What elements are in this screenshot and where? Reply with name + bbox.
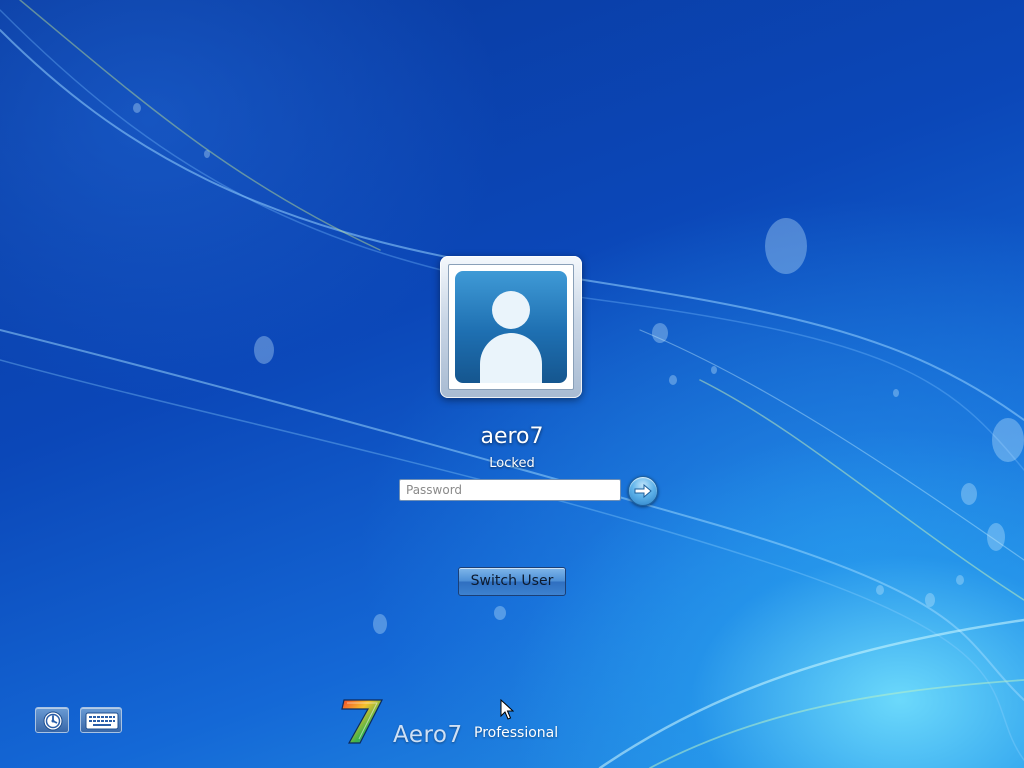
- submit-arrow-button[interactable]: [628, 476, 658, 506]
- on-screen-keyboard-icon: [85, 712, 119, 730]
- lock-status-label: Locked: [489, 456, 535, 471]
- user-tile: [448, 264, 574, 390]
- seven-logo-icon: [341, 699, 383, 744]
- switch-user-button[interactable]: Switch User: [458, 567, 566, 596]
- mouse-pointer-icon: [500, 699, 514, 720]
- on-screen-keyboard-button[interactable]: [80, 707, 122, 733]
- ease-of-access-icon: [43, 711, 63, 731]
- user-avatar-icon: [455, 271, 567, 383]
- brand-edition: Professional: [474, 725, 559, 741]
- avatar-head: [492, 291, 530, 329]
- password-input[interactable]: [399, 479, 621, 501]
- user-tile-frame: [440, 256, 582, 398]
- brand-name: Aero7: [393, 722, 463, 748]
- avatar-body: [480, 333, 542, 383]
- arrow-right-icon: [634, 483, 652, 499]
- ease-of-access-button[interactable]: [35, 707, 69, 733]
- username-label: aero7: [480, 424, 544, 449]
